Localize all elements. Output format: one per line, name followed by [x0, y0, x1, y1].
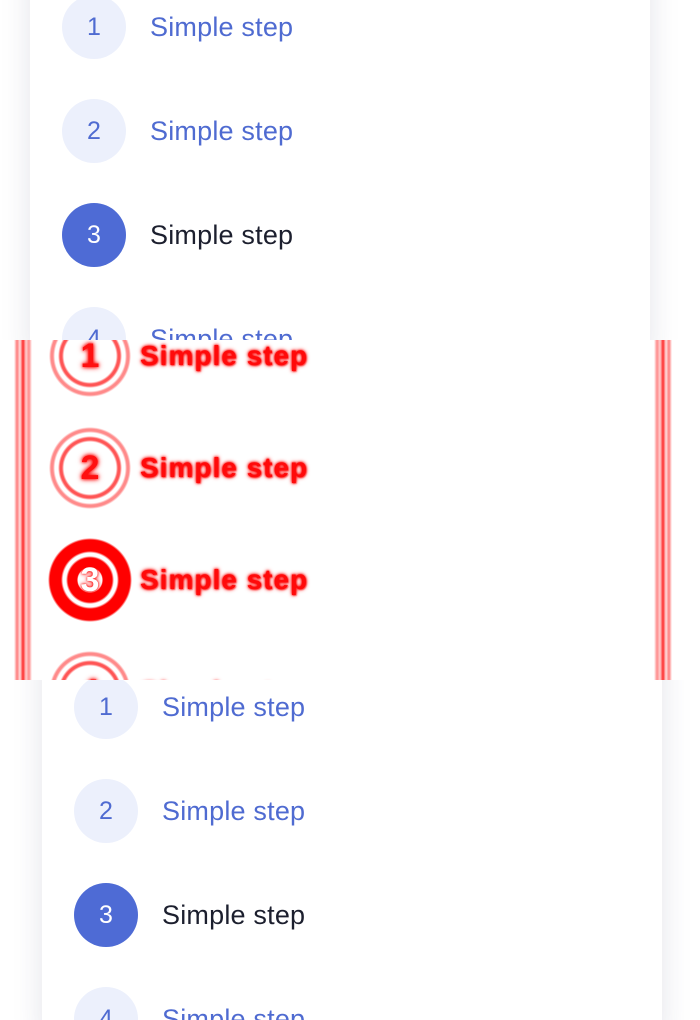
- step-3-active[interactable]: 3 Simple step: [74, 883, 305, 947]
- step-number-badge: 2: [74, 779, 138, 843]
- step-number-badge: 3: [62, 203, 126, 267]
- step-number-badge: 4: [74, 987, 138, 1020]
- step-1[interactable]: 1 Simple step: [74, 680, 305, 739]
- step-2[interactable]: 2 Simple step: [62, 99, 293, 163]
- step-4[interactable]: 4 Simple step: [62, 307, 293, 340]
- step-number-badge: 3: [74, 883, 138, 947]
- glitched-step-number-badge: 2: [48, 426, 132, 510]
- step-3-active[interactable]: 3 Simple step: [62, 203, 293, 267]
- step-number-badge: 1: [74, 680, 138, 739]
- glitched-step-2: 2 Simple step: [48, 426, 308, 510]
- step-1[interactable]: 1 Simple step: [62, 0, 293, 59]
- glitched-step-label: Simple step: [140, 564, 309, 595]
- glitched-step-1: 1 Simple step: [48, 340, 308, 398]
- stepper-panel-top: 1 Simple step 2 Simple step 3 Simple ste…: [0, 0, 700, 340]
- stepper-card: 1 Simple step 2 Simple step 3 Simple ste…: [42, 680, 662, 1020]
- step-label: Simple step: [162, 795, 306, 826]
- glitched-step-label: Simple step: [140, 452, 309, 483]
- glitched-step-number-badge: 4: [48, 650, 132, 680]
- stepper-panel-bottom: 1 Simple step 2 Simple step 3 Simple ste…: [0, 680, 700, 1020]
- glitch-border-right: [654, 340, 672, 680]
- glitched-step-4: 4 Simple step: [48, 650, 308, 680]
- glitch-border-left: [14, 340, 32, 680]
- stepper-card: 1 Simple step 2 Simple step 3 Simple ste…: [30, 0, 650, 340]
- step-number-badge: 1: [62, 0, 126, 59]
- glitched-step-number-badge: 1: [48, 340, 132, 398]
- step-4[interactable]: 4 Simple step: [74, 987, 305, 1020]
- stepper-panel-glitched: 1 Simple step 2 Simple step 3 Simple ste…: [0, 340, 700, 680]
- step-number-badge: 4: [62, 307, 126, 340]
- step-label: Simple step: [150, 11, 294, 42]
- step-label: Simple step: [150, 219, 294, 250]
- step-label: Simple step: [150, 323, 294, 341]
- step-label: Simple step: [162, 1003, 306, 1020]
- step-number-badge: 2: [62, 99, 126, 163]
- glitched-step-3-active: 3 Simple step: [48, 538, 308, 622]
- glitched-step-label: Simple step: [140, 340, 309, 371]
- step-label: Simple step: [162, 899, 306, 930]
- glitched-step-number-badge: 3: [48, 538, 132, 622]
- step-label: Simple step: [150, 115, 294, 146]
- step-label: Simple step: [162, 691, 306, 722]
- step-2[interactable]: 2 Simple step: [74, 779, 305, 843]
